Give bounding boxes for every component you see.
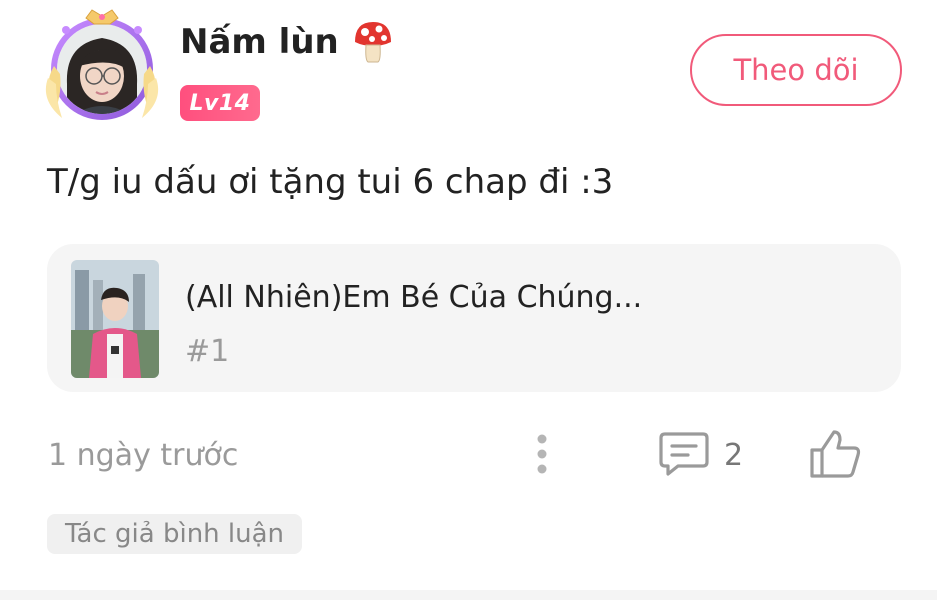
divider (0, 590, 937, 600)
user-name[interactable]: Nấm lùn (180, 20, 393, 64)
story-title: (All Nhiên)Em Bé Của Chúng... (185, 280, 643, 315)
thumbs-up-icon[interactable] (808, 428, 862, 480)
story-chapter: #1 (185, 334, 230, 369)
comment-icon[interactable] (658, 430, 710, 478)
user-name-label: Nấm lùn (180, 22, 339, 62)
more-vertical-icon[interactable] (528, 430, 556, 478)
story-card[interactable]: (All Nhiên)Em Bé Của Chúng... #1 (47, 244, 901, 392)
timestamp: 1 ngày trước (48, 438, 239, 473)
story-cover (71, 260, 159, 378)
mushroom-icon (354, 22, 391, 63)
avatar-frame (45, 9, 159, 120)
author-comment-tag: Tác giả bình luận (47, 514, 302, 554)
avatar[interactable] (40, 8, 164, 130)
comment-text: T/g iu dấu ơi tặng tui 6 chap đi :3 (47, 162, 614, 202)
comment-count: 2 (724, 438, 744, 473)
follow-button[interactable]: Theo dõi (690, 34, 902, 106)
level-badge: Lv14 (180, 85, 260, 121)
